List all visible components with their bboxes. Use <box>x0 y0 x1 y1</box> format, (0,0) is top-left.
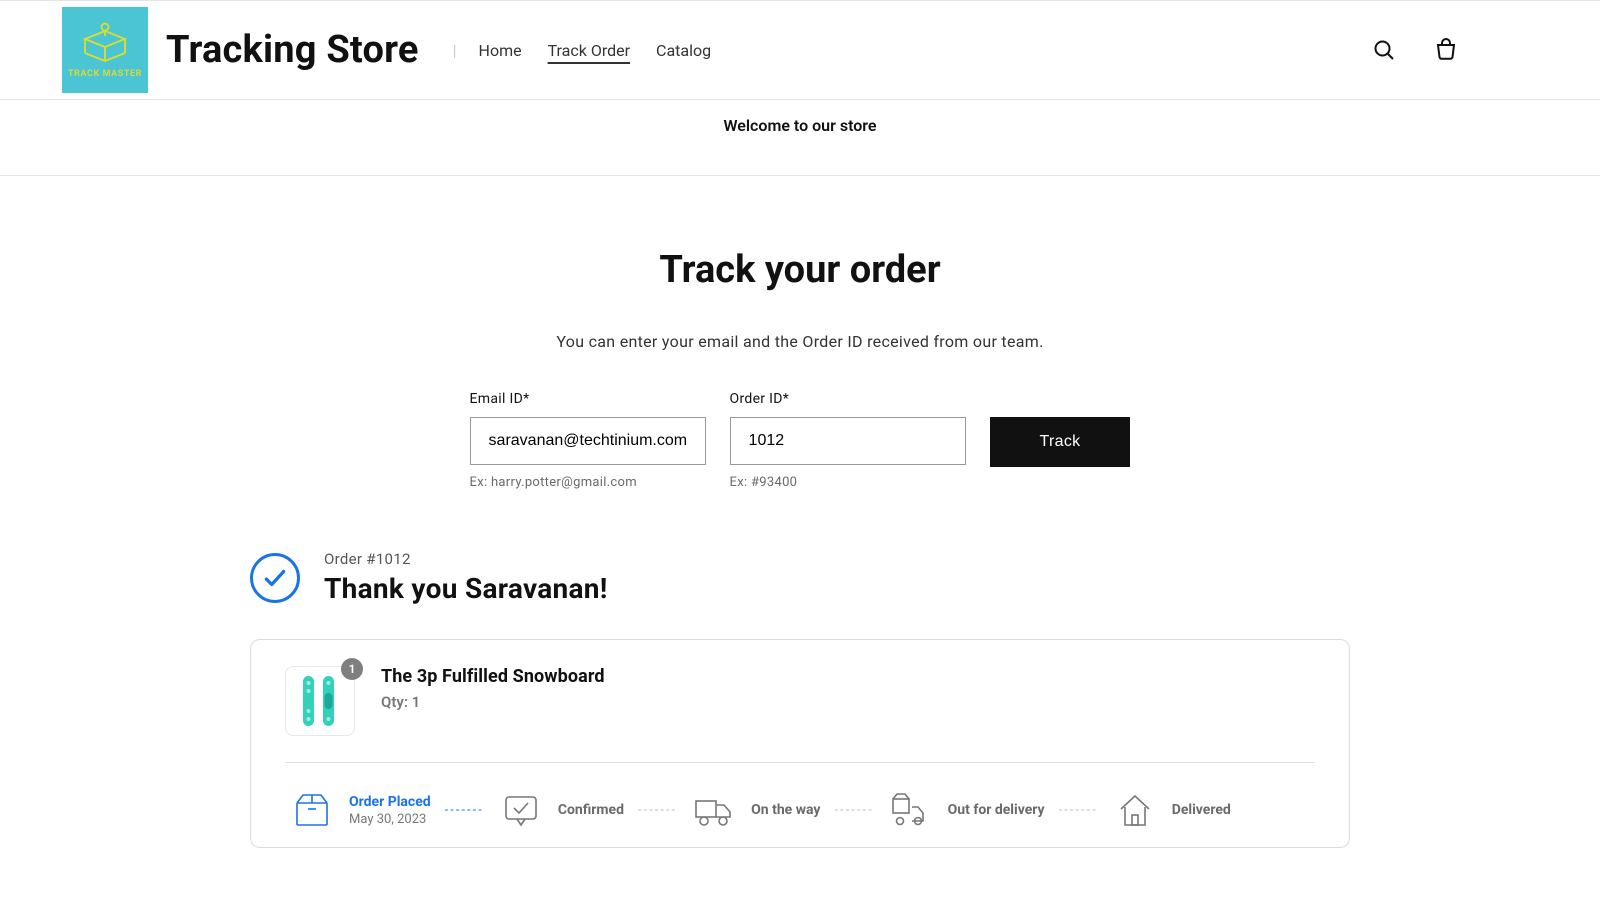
email-input[interactable] <box>470 417 706 465</box>
stage-placed-title: Order Placed <box>349 794 431 810</box>
thank-you-heading: Thank you Saravanan! <box>324 572 608 605</box>
success-check-circle <box>250 553 300 603</box>
chat-check-icon <box>500 789 542 831</box>
order-header: Order #1012 Thank you Saravanan! <box>250 550 1350 605</box>
quantity-badge: 1 <box>341 658 363 680</box>
product-name: The 3p Fulfilled Snowboard <box>381 666 605 687</box>
stage-delivered-title: Delivered <box>1172 802 1231 818</box>
package-icon <box>291 789 333 831</box>
connector-3: ------- <box>834 803 873 818</box>
stage-out-for-delivery-title: Out for delivery <box>948 802 1045 818</box>
connector-1: ------- <box>445 803 484 818</box>
order-id-label: Order ID* <box>730 391 966 407</box>
nav-catalog[interactable]: Catalog <box>656 41 711 60</box>
order-card: 1 The 3p Fulfilled Snowboard Qty: 1 <box>250 639 1350 848</box>
cart-icon <box>1434 38 1458 62</box>
order-number-label: Order #1012 <box>324 550 608 568</box>
stage-on-the-way: On the way <box>691 787 820 833</box>
product-thumbnail-wrap: 1 <box>285 666 355 736</box>
search-icon <box>1372 38 1396 62</box>
store-name: Tracking Store <box>166 28 419 72</box>
logo-text: TRACK MASTER <box>68 69 142 79</box>
track-title: Track your order <box>250 248 1350 292</box>
main-header: TRACK MASTER Tracking Store | Home Track… <box>0 1 1600 100</box>
announcement-bar: Welcome to our store <box>0 100 1600 176</box>
stage-confirmed: Confirmed <box>498 787 624 833</box>
snowboard-icon <box>293 673 347 729</box>
cart-button[interactable] <box>1430 34 1462 66</box>
delivery-icon <box>890 789 932 831</box>
connector-2: ------- <box>638 803 677 818</box>
track-button[interactable]: Track <box>990 417 1131 467</box>
header-divider: | <box>453 41 457 60</box>
stage-out-for-delivery: Out for delivery <box>888 787 1045 833</box>
stage-delivered: Delivered <box>1112 787 1231 833</box>
product-quantity: Qty: 1 <box>381 693 605 711</box>
connector-4: ------- <box>1059 803 1098 818</box>
main-content: Track your order You can enter your emai… <box>250 176 1350 848</box>
truck-icon <box>693 789 735 831</box>
stage-confirmed-title: Confirmed <box>558 802 624 818</box>
nav-track-order[interactable]: Track Order <box>548 41 630 60</box>
nav-home[interactable]: Home <box>479 41 522 60</box>
email-hint: Ex: harry.potter@gmail.com <box>470 475 706 490</box>
product-row: 1 The 3p Fulfilled Snowboard Qty: 1 <box>285 666 1315 763</box>
track-subtitle: You can enter your email and the Order I… <box>250 332 1350 351</box>
track-master-box-icon <box>79 21 131 65</box>
email-label: Email ID* <box>470 391 706 407</box>
home-icon <box>1114 789 1156 831</box>
search-button[interactable] <box>1368 34 1400 66</box>
stage-on-the-way-title: On the way <box>751 802 820 818</box>
order-id-hint: Ex: #93400 <box>730 475 966 490</box>
stage-order-placed: Order Placed May 30, 2023 <box>289 787 431 833</box>
tracking-timeline: Order Placed May 30, 2023 ------- Confir… <box>285 763 1315 833</box>
check-icon <box>262 565 288 591</box>
logo-badge: TRACK MASTER <box>62 7 148 93</box>
main-nav: Home Track Order Catalog <box>479 41 712 60</box>
logo-section: TRACK MASTER Tracking Store <box>62 7 419 93</box>
stage-placed-date: May 30, 2023 <box>349 812 431 827</box>
order-id-input[interactable] <box>730 417 966 465</box>
track-form: Email ID* Ex: harry.potter@gmail.com Ord… <box>250 391 1350 490</box>
